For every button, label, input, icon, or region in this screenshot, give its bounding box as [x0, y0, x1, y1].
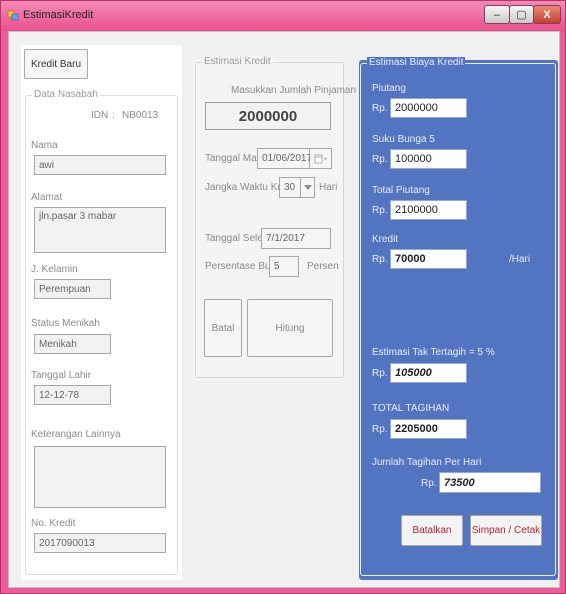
- interest-field: 100000: [390, 149, 467, 169]
- cancel-button[interactable]: Batal: [204, 299, 242, 357]
- notes-field[interactable]: [34, 446, 166, 508]
- birth-date-label: Tanggal Lahir: [31, 370, 92, 381]
- credit-unit: /Hari: [509, 254, 531, 265]
- title-bar[interactable]: EstimasiKredit – ▢ X: [1, 1, 565, 31]
- receivable-field: 2000000: [390, 98, 467, 118]
- calendar-dropdown[interactable]: [310, 148, 332, 169]
- credit-estimate-group-label: Estimasi Kredit: [202, 56, 273, 67]
- interest-label: Suku Bunga 5: [372, 134, 435, 145]
- notes-label: Keterangan Lainnya: [31, 429, 121, 440]
- loan-amount-field[interactable]: 2000000: [205, 102, 331, 130]
- term-unit: Hari: [319, 182, 338, 193]
- chevron-down-icon: [303, 184, 312, 190]
- discard-button[interactable]: Batalkan: [401, 515, 463, 546]
- credit-number-field[interactable]: 2017090013: [34, 533, 166, 553]
- gender-label: J. Kelamin: [31, 264, 78, 275]
- interest-rate-field[interactable]: 5: [269, 256, 299, 277]
- interest-rate-unit: Persen: [307, 261, 339, 272]
- daily-bill-field: 73500: [439, 472, 541, 493]
- marital-status-field[interactable]: Menikah: [34, 334, 111, 354]
- gender-field[interactable]: Perempuan: [34, 279, 111, 299]
- name-field[interactable]: awi: [34, 155, 166, 175]
- save-print-button[interactable]: Simpan / Cetak: [470, 515, 542, 546]
- maximize-button[interactable]: ▢: [509, 5, 534, 24]
- daily-bill-label: Jumlah Tagihan Per Hari: [372, 457, 482, 468]
- customer-group-label: Data Nasabah: [32, 89, 100, 100]
- amount-prompt: Masukkan Jumlah Pinjaman: [231, 85, 357, 96]
- credit-label: Kredit: [372, 234, 399, 245]
- total-bill-currency: Rp.: [372, 424, 388, 435]
- calculate-button[interactable]: Hitung: [247, 299, 333, 357]
- calendar-icon: [314, 154, 327, 163]
- idn-label: IDN: [91, 110, 109, 121]
- address-label: Alamat: [31, 192, 63, 203]
- window-title: EstimasiKredit: [23, 9, 94, 21]
- credit-currency: Rp.: [372, 254, 388, 265]
- interest-currency: Rp.: [372, 154, 388, 165]
- marital-status-label: Status Menikah: [31, 318, 100, 329]
- credit-field: 70000: [390, 249, 467, 269]
- term-field[interactable]: 30: [279, 177, 301, 198]
- app-icon: [7, 10, 19, 21]
- close-button[interactable]: X: [533, 5, 561, 24]
- app-window: EstimasiKredit – ▢ X Kredit Baru Data Na…: [0, 0, 566, 594]
- end-date-field: 7/1/2017: [261, 228, 331, 249]
- cost-estimate-group-label: Estimasi Biaya Kredit: [367, 57, 466, 68]
- birth-date-field[interactable]: 12-12-78: [34, 385, 111, 405]
- credit-number-label: No. Kredit: [31, 518, 76, 529]
- total-receivable-label: Total Piutang: [372, 185, 430, 196]
- idn-value: NB0013: [122, 110, 159, 121]
- term-dropdown[interactable]: [301, 177, 315, 198]
- daily-bill-currency: Rp.: [421, 478, 437, 489]
- receivable-currency: Rp.: [372, 103, 388, 114]
- total-receivable-field: 2100000: [390, 200, 467, 220]
- idn-separator: :: [112, 110, 115, 121]
- total-bill-field: 2205000: [390, 419, 467, 439]
- total-receivable-currency: Rp.: [372, 205, 388, 216]
- new-credit-button[interactable]: Kredit Baru: [24, 49, 88, 79]
- total-bill-label: TOTAL TAGIHAN: [372, 403, 450, 414]
- bad-debt-field: 105000: [390, 363, 467, 383]
- name-label: Nama: [31, 140, 58, 151]
- start-date-field[interactable]: 01/06/2017: [257, 148, 312, 169]
- bad-debt-currency: Rp.: [372, 368, 388, 379]
- address-field[interactable]: jln.pasar 3 mabar: [34, 207, 166, 253]
- minimize-button[interactable]: –: [484, 5, 510, 24]
- receivable-label: Piutang: [372, 83, 406, 94]
- bad-debt-label: Estimasi Tak Tertagih = 5 %: [372, 347, 495, 358]
